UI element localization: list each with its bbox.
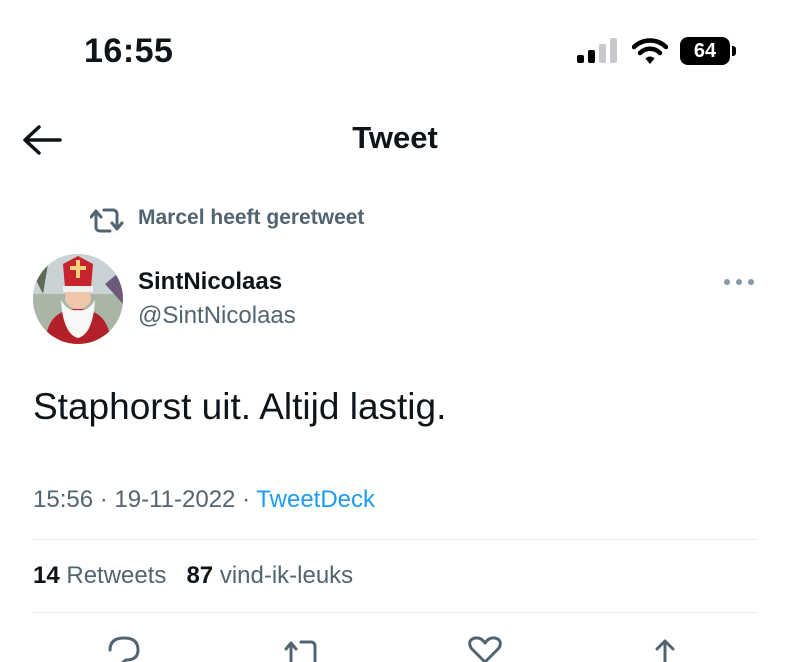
avatar-image <box>33 254 123 344</box>
share-icon[interactable] <box>645 632 685 662</box>
avatar[interactable] <box>33 254 123 344</box>
page-title: Tweet <box>352 120 438 155</box>
meta-separator: · <box>242 486 251 513</box>
retweets-count: 14 <box>33 562 60 589</box>
divider <box>33 612 757 613</box>
tweet-metadata: 15:56 · 19-11-2022 · TweetDeck <box>33 486 375 514</box>
cellular-signal-icon <box>577 38 617 63</box>
tweet-source-link[interactable]: TweetDeck <box>256 486 375 513</box>
author-handle[interactable]: @SintNicolaas <box>138 302 296 330</box>
tweet-date: 19-11-2022 <box>114 486 236 513</box>
like-icon[interactable] <box>465 632 505 662</box>
reply-icon[interactable] <box>104 632 144 662</box>
likes-label: vind-ik-leuks <box>219 562 354 589</box>
likes-count: 87 <box>186 562 214 589</box>
retweets-label: Retweets <box>66 562 167 589</box>
retweets-stat[interactable]: 14 Retweets <box>33 562 166 589</box>
more-options-icon[interactable] <box>722 274 756 290</box>
likes-stat[interactable]: 87 vind-ik-leuks <box>186 562 353 589</box>
status-time: 16:55 <box>84 32 174 70</box>
battery-nub <box>732 46 736 56</box>
tweet-stats: 14 Retweets 87 vind-ik-leuks <box>33 562 353 590</box>
tweet-time: 15:56 <box>33 486 94 513</box>
retweet-icon <box>90 208 124 233</box>
retweet-context-label[interactable]: Marcel heeft geretweet <box>138 206 364 230</box>
meta-separator: · <box>99 486 108 513</box>
author-display-name[interactable]: SintNicolaas <box>138 268 282 296</box>
battery-level: 64 <box>680 37 730 65</box>
tweet-text: Staphorst uit. Altijd lastig. <box>33 386 447 427</box>
divider <box>33 539 757 540</box>
battery-indicator: 64 <box>680 37 738 65</box>
retweet-icon[interactable] <box>283 632 323 662</box>
wifi-icon <box>632 38 668 64</box>
